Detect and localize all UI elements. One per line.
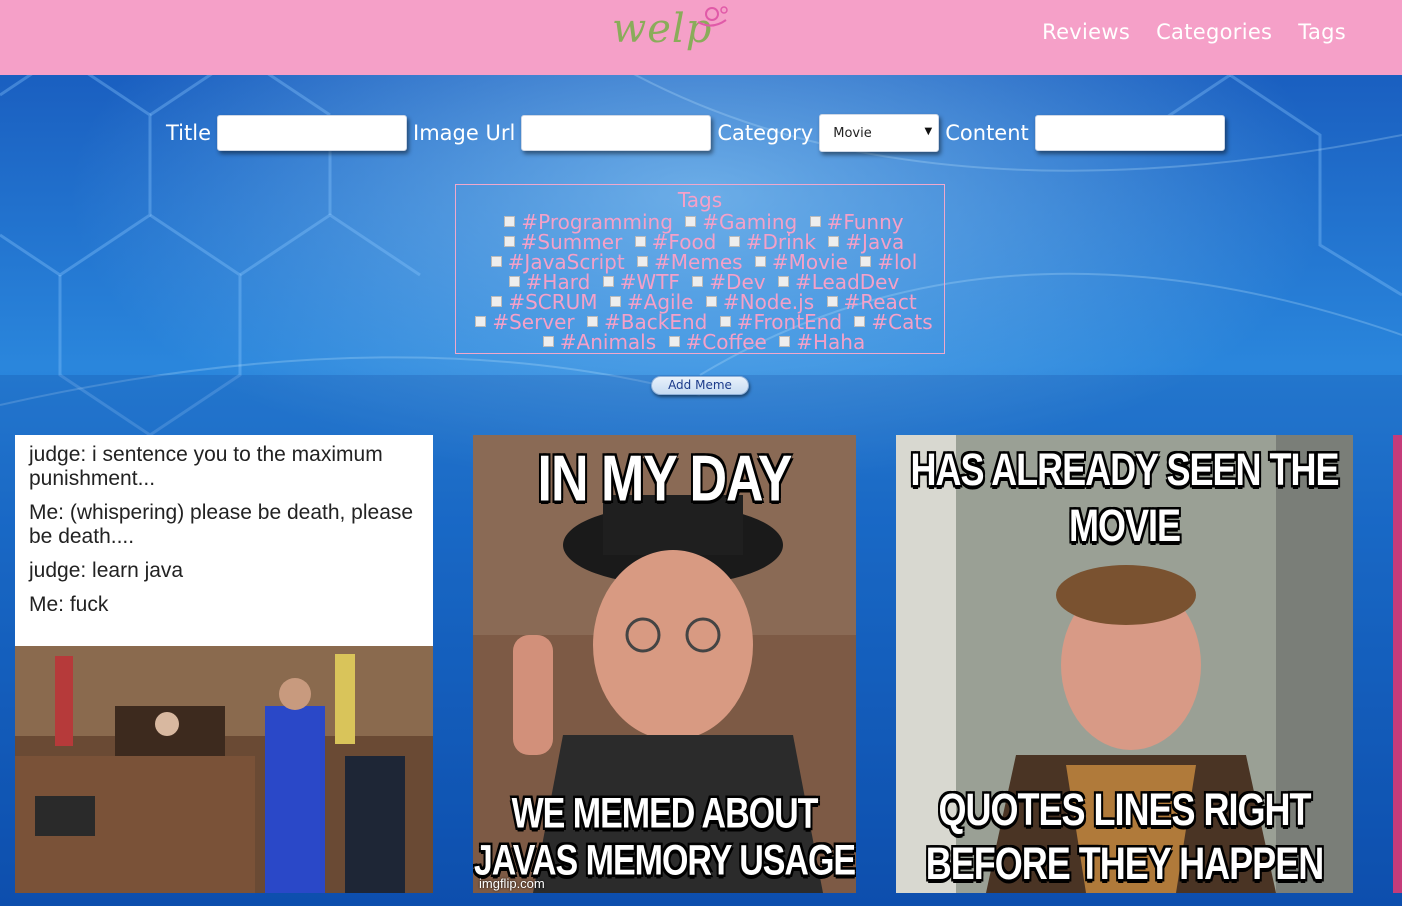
tag-checkbox[interactable] bbox=[777, 276, 789, 287]
tag-checkbox[interactable] bbox=[634, 236, 646, 247]
tags-legend: Tags bbox=[677, 188, 723, 212]
top-navbar: welp Reviews Categories Tags bbox=[0, 0, 1402, 75]
tag-checkbox[interactable] bbox=[637, 256, 649, 267]
title-input[interactable] bbox=[217, 115, 408, 151]
tag-checkbox[interactable] bbox=[828, 236, 840, 247]
tag-label[interactable]: #Cats bbox=[871, 310, 932, 334]
tag-checkbox[interactable] bbox=[668, 336, 680, 347]
welp-logo[interactable]: welp bbox=[612, 4, 732, 66]
meme-bottom-text: WE MEMED ABOUT bbox=[511, 790, 819, 838]
meme-card-partial[interactable] bbox=[1393, 435, 1402, 893]
category-selected-value: Movie bbox=[833, 126, 872, 141]
tag-checkbox[interactable] bbox=[587, 316, 599, 327]
meme-caption: judge: i sentence you to the maximum pun… bbox=[29, 443, 425, 627]
tag-option[interactable]: #Haha bbox=[773, 330, 865, 354]
meme-top-text: HAS ALREADY SEEN THE bbox=[910, 443, 1339, 495]
meme-bottom-text-2: BEFORE THEY HAPPEN bbox=[925, 837, 1324, 889]
title-label: Title bbox=[166, 121, 212, 145]
meme-caption-line: Me: (whispering) please be death, please… bbox=[29, 501, 414, 548]
courtroom-image bbox=[15, 646, 433, 893]
meme-top-text-2: MOVIE bbox=[1068, 499, 1181, 551]
logo-bird-icon bbox=[697, 6, 728, 27]
meme-caption-line: judge: learn java bbox=[29, 559, 184, 582]
meme-card[interactable]: IN MY DAY WE MEMED ABOUT JAVAS MEMORY US… bbox=[473, 435, 856, 893]
tag-checkbox[interactable] bbox=[685, 216, 697, 227]
tag-checkbox[interactable] bbox=[602, 276, 614, 287]
tag-label[interactable]: #Animals bbox=[560, 330, 656, 354]
category-select[interactable]: Movie ▼ bbox=[819, 114, 940, 152]
tag-checkbox[interactable] bbox=[692, 276, 704, 287]
tag-label[interactable]: #Haha bbox=[796, 330, 865, 354]
tag-label[interactable]: #Coffee bbox=[686, 330, 767, 354]
meme-card[interactable]: HAS ALREADY SEEN THE MOVIE QUOTES LINES … bbox=[896, 435, 1353, 893]
nav-reviews[interactable]: Reviews bbox=[1042, 20, 1130, 44]
meme-bottom-text: QUOTES LINES RIGHT bbox=[938, 783, 1311, 835]
tag-checkbox[interactable] bbox=[490, 256, 502, 267]
tag-checkbox[interactable] bbox=[719, 316, 731, 327]
category-label: Category bbox=[717, 121, 814, 145]
tag-checkbox[interactable] bbox=[809, 216, 821, 227]
meme-top-text: IN MY DAY bbox=[537, 442, 793, 516]
tag-checkbox[interactable] bbox=[609, 296, 621, 307]
tag-checkbox[interactable] bbox=[728, 236, 740, 247]
tag-checkbox[interactable] bbox=[754, 256, 766, 267]
image-url-label: Image Url bbox=[413, 121, 516, 145]
tag-checkbox[interactable] bbox=[826, 296, 838, 307]
meme-caption-line: judge: i sentence you to the maximum pun… bbox=[29, 443, 383, 490]
tag-checkbox[interactable] bbox=[705, 296, 717, 307]
tag-checkbox[interactable] bbox=[508, 276, 520, 287]
dropdown-arrow-icon: ▼ bbox=[924, 126, 933, 137]
tag-checkbox[interactable] bbox=[504, 216, 516, 227]
tags-list: #Programming #Gaming #Funny #Summer #Foo… bbox=[459, 212, 943, 352]
nav-tags[interactable]: Tags bbox=[1298, 20, 1346, 44]
main-nav: Reviews Categories Tags bbox=[1042, 20, 1346, 44]
tag-checkbox[interactable] bbox=[503, 236, 515, 247]
tag-checkbox[interactable] bbox=[475, 316, 487, 327]
imgflip-watermark: imgflip.com bbox=[479, 876, 545, 891]
tag-option[interactable]: #Animals bbox=[537, 330, 656, 354]
meme-caption-line: Me: fuck bbox=[29, 593, 109, 616]
add-meme-form: Title Image Url Category Movie ▼ Content bbox=[166, 114, 1231, 152]
tag-checkbox[interactable] bbox=[860, 256, 872, 267]
nav-categories[interactable]: Categories bbox=[1156, 20, 1272, 44]
content-label: Content bbox=[945, 121, 1029, 145]
image-url-input[interactable] bbox=[521, 115, 712, 151]
meme-card[interactable]: judge: i sentence you to the maximum pun… bbox=[15, 435, 433, 893]
content-input[interactable] bbox=[1034, 115, 1225, 151]
tag-checkbox[interactable] bbox=[542, 336, 554, 347]
tag-checkbox[interactable] bbox=[491, 296, 503, 307]
tag-checkbox[interactable] bbox=[779, 336, 791, 347]
tag-option[interactable]: #Coffee bbox=[663, 330, 767, 354]
add-meme-button[interactable]: Add Meme bbox=[651, 376, 749, 395]
tag-checkbox[interactable] bbox=[854, 316, 866, 327]
